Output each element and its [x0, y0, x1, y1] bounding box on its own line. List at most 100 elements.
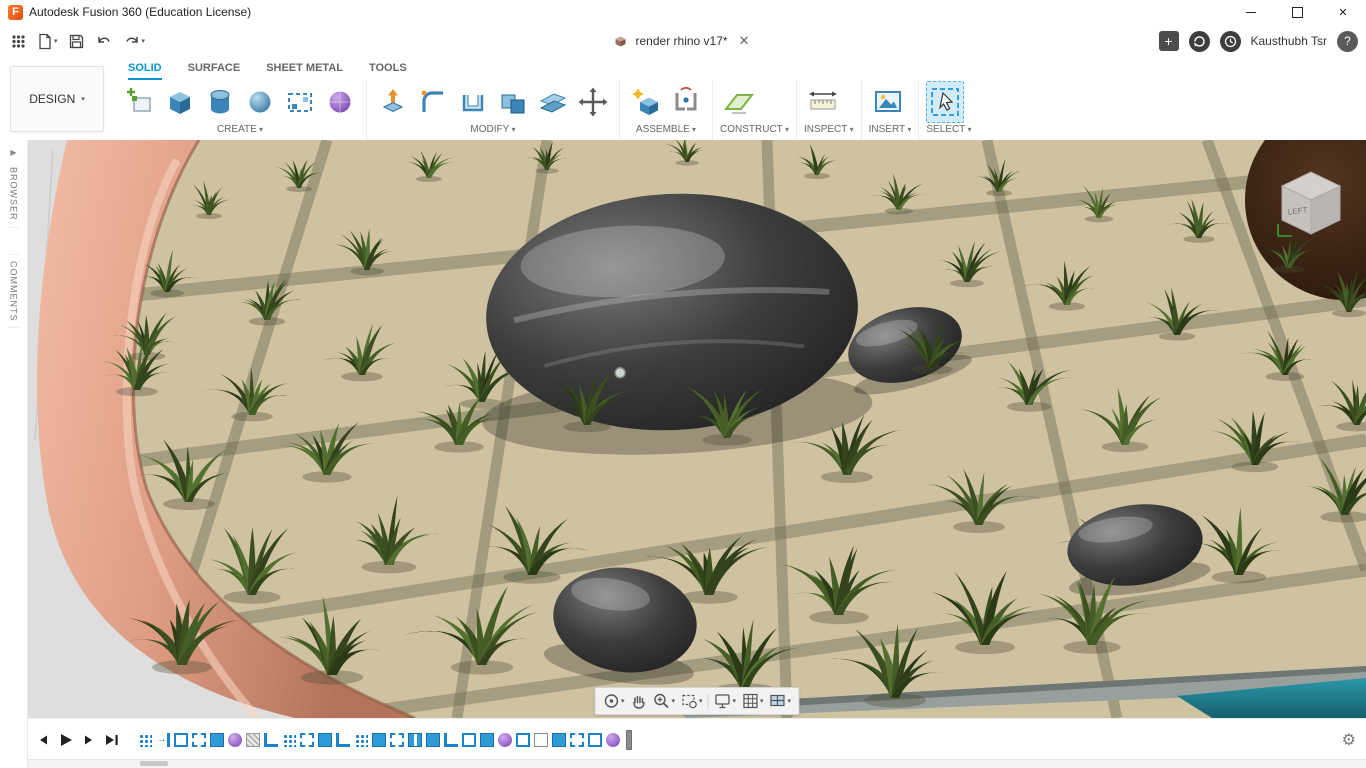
scrollbar-handle[interactable] [140, 761, 168, 766]
job-status-button[interactable] [1188, 30, 1210, 52]
skip-to-end-button[interactable] [102, 731, 122, 749]
create-sketch-button[interactable] [121, 81, 159, 123]
doc-feature-icon[interactable] [534, 732, 548, 747]
close-button[interactable]: ✕ [1320, 0, 1366, 24]
redo-button[interactable]: ▾ [120, 29, 149, 53]
redo-icon [125, 37, 138, 43]
sketch-feature-icon[interactable] [570, 732, 584, 747]
viewcube[interactable]: LEFT [1268, 160, 1354, 251]
rect-feature-icon[interactable] [174, 732, 188, 747]
box-button[interactable] [161, 81, 199, 123]
minimize-button[interactable] [1228, 0, 1274, 24]
solid-feature-icon[interactable] [318, 732, 332, 747]
viewport-render[interactable] [27, 140, 1366, 718]
group-label-inspect[interactable]: INSPECT [804, 123, 854, 140]
form-button[interactable] [321, 81, 359, 123]
solid-feature-icon[interactable] [210, 732, 224, 747]
workspace-selector[interactable]: DESIGN ▾ [10, 66, 104, 132]
new-component-button[interactable] [627, 81, 665, 123]
joint-feature-icon[interactable] [408, 732, 422, 747]
sphere-button[interactable] [241, 81, 279, 123]
combine-button[interactable] [494, 81, 532, 123]
tab-surface[interactable]: SURFACE [188, 62, 241, 80]
notifications-button[interactable] [1219, 30, 1241, 52]
fillet-button[interactable] [414, 81, 452, 123]
timeline-position-marker[interactable] [626, 729, 632, 750]
sketch-feature-icon[interactable] [390, 732, 404, 747]
ribbon-groups: CREATE MODIFY ASSEMBLE [114, 80, 1366, 140]
group-label-select[interactable]: SELECT [926, 123, 971, 140]
new-tab-button[interactable]: + [1158, 31, 1179, 51]
display-settings-button[interactable]: ▾ [714, 692, 736, 710]
solid-feature-icon[interactable] [372, 732, 386, 747]
sidebar-tab-browser[interactable]: BROWSER [8, 161, 19, 228]
app-grid-button[interactable] [8, 29, 29, 53]
grid-settings-button[interactable]: ▾ [741, 692, 764, 710]
canvas-button[interactable] [869, 81, 907, 123]
rect-feature-icon[interactable] [588, 732, 602, 747]
group-label-construct[interactable]: CONSTRUCT [720, 123, 789, 140]
user-name[interactable]: Kausthubh Tsr [1251, 34, 1328, 48]
save-button[interactable] [65, 29, 88, 53]
file-menu-button[interactable]: ▾ [33, 29, 61, 53]
cylinder-button[interactable] [201, 81, 239, 123]
undo-button[interactable] [92, 29, 116, 53]
orbit-button[interactable]: ▾ [602, 692, 624, 710]
sketch-feature-icon[interactable] [192, 732, 206, 747]
rect-feature-icon[interactable] [516, 732, 530, 747]
document-tab[interactable]: render rhino v17* ✕ [613, 24, 754, 58]
rect-feature-icon[interactable] [462, 732, 476, 747]
form-feature-icon[interactable] [498, 732, 512, 747]
trim-feature-icon[interactable]: → [156, 732, 170, 747]
corner-feature-icon[interactable] [336, 732, 350, 747]
viewports-button[interactable]: ▾ [769, 692, 791, 710]
document-close-icon[interactable]: ✕ [735, 33, 754, 49]
play-button[interactable] [56, 731, 76, 749]
quick-access-bar: ▾ ▾ render rhino v17* ✕ + Kausthubh Tsr … [0, 24, 1366, 58]
shell-button[interactable] [454, 81, 492, 123]
grid-icon [742, 693, 758, 709]
joint-button[interactable] [667, 81, 705, 123]
timeline-settings-button[interactable]: ⚙ [1342, 730, 1356, 750]
move-copy-button[interactable] [574, 81, 612, 123]
measure-button[interactable] [804, 81, 842, 123]
dots-feature-icon[interactable] [138, 732, 152, 747]
corner-feature-icon[interactable] [264, 732, 278, 747]
solid-feature-icon[interactable] [552, 732, 566, 747]
dots-feature-icon[interactable] [354, 732, 368, 747]
sidebar-tab-comments[interactable]: COMMENTS [8, 253, 19, 329]
group-label-insert[interactable]: INSERT [869, 123, 912, 140]
sketch-feature-icon[interactable] [300, 732, 314, 747]
help-button[interactable]: ? [1337, 30, 1358, 52]
viewport[interactable]: LEFT ▾ ▾ ▾ ▾ ▾ ▾ [27, 140, 1366, 718]
group-label-modify[interactable]: MODIFY [374, 123, 612, 140]
select-button[interactable] [926, 80, 965, 123]
step-back-button[interactable] [33, 731, 53, 749]
hatch-feature-icon[interactable] [246, 732, 260, 747]
tab-solid[interactable]: SOLID [128, 62, 162, 80]
step-forward-button[interactable] [79, 731, 99, 749]
solid-feature-icon[interactable] [480, 732, 494, 747]
expand-browser-icon[interactable]: ▶ [10, 148, 16, 157]
group-label-assemble[interactable]: ASSEMBLE [627, 123, 705, 140]
split-body-button[interactable] [534, 81, 572, 123]
fit-button[interactable]: ▾ [680, 692, 703, 710]
dots-feature-icon[interactable] [282, 732, 296, 747]
form-feature-icon[interactable] [228, 732, 242, 747]
solid-feature-icon[interactable] [426, 732, 440, 747]
zoom-button[interactable]: ▾ [652, 692, 675, 710]
nav-toolbar: ▾ ▾ ▾ ▾ ▾ ▾ [593, 687, 800, 715]
press-pull-button[interactable] [374, 81, 412, 123]
pan-button[interactable] [629, 692, 647, 710]
tab-tools[interactable]: TOOLS [369, 62, 407, 80]
construction-plane-button[interactable] [720, 81, 758, 123]
restore-button[interactable] [1274, 0, 1320, 24]
group-label-create[interactable]: CREATE [121, 123, 359, 140]
tab-sheet-metal[interactable]: SHEET METAL [266, 62, 343, 80]
window-controls: ✕ [1228, 0, 1366, 24]
corner-feature-icon[interactable] [444, 732, 458, 747]
timeline-scrollbar[interactable] [0, 759, 1366, 768]
form-feature-icon[interactable] [606, 732, 620, 747]
pattern-button[interactable] [281, 81, 319, 123]
chevron-down-icon: ▾ [81, 96, 85, 103]
